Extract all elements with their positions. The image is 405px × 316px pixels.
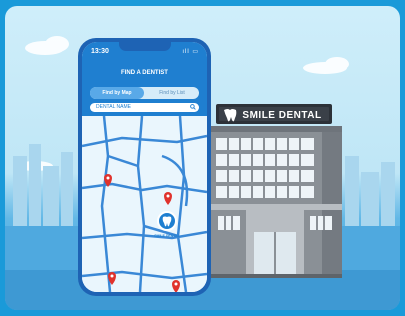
search-icon[interactable] xyxy=(190,104,196,110)
illustration-card: SMILE DENTAL 13:30 ıll ▭ FIND A DENTIST … xyxy=(5,6,400,310)
map-view[interactable]: SMILE DENTAL xyxy=(82,116,207,292)
phone-screen: 13:30 ıll ▭ FIND A DENTIST Find by Map F… xyxy=(82,42,207,292)
marker-label: SMILE DENTAL xyxy=(154,234,180,238)
phone-notch xyxy=(119,42,171,51)
screen-title: FIND A DENTIST xyxy=(121,70,168,76)
signal-battery-icon: ıll ▭ xyxy=(182,49,199,55)
dental-clinic-building: SMILE DENTAL xyxy=(210,104,342,278)
smartphone: 13:30 ıll ▭ FIND A DENTIST Find by Map F… xyxy=(78,38,211,296)
tab-find-by-list[interactable]: Find by List xyxy=(145,87,199,99)
tab-find-by-map[interactable]: Find by Map xyxy=(90,87,144,99)
clinic-sign-text: SMILE DENTAL xyxy=(242,110,321,121)
app-header: FIND A DENTIST Find by Map Find by List … xyxy=(82,64,207,116)
search-placeholder: DENTAL NAME xyxy=(96,104,132,110)
status-time: 13:30 xyxy=(91,48,109,55)
search-input[interactable]: DENTAL NAME xyxy=(90,103,199,112)
tab-bar: Find by Map Find by List xyxy=(90,87,199,99)
